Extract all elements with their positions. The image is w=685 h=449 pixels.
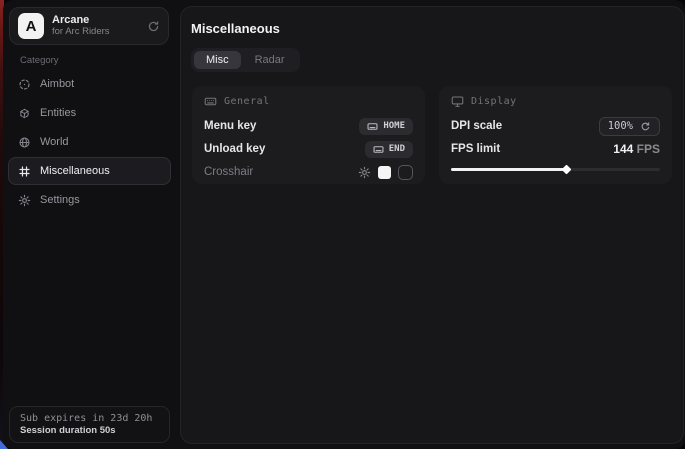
sub-expiry-text: Sub expires in 23d 20h (20, 413, 159, 424)
crosshair-color-swatch[interactable] (378, 166, 391, 179)
monitor-icon (451, 95, 464, 108)
sidebar-item-label: Miscellaneous (40, 165, 110, 177)
tab-misc[interactable]: Misc (194, 51, 241, 69)
app-name: Arcane (52, 14, 139, 27)
dpi-scale-value: 100% (608, 120, 633, 132)
menu-key-label: Menu key (204, 120, 256, 132)
sidebar-item-miscellaneous[interactable]: Miscellaneous (8, 157, 171, 185)
fps-limit-row: FPS limit 144 FPS (451, 139, 660, 159)
dpi-scale-control[interactable]: 100% (599, 117, 660, 136)
display-card: Display DPI scale 100% (439, 86, 672, 184)
globe-icon (18, 136, 31, 149)
sidebar-item-entities[interactable]: Entities (8, 99, 171, 127)
crosshair-checkbox[interactable] (398, 165, 413, 180)
session-duration-text: Session duration 50s (20, 425, 159, 436)
sidebar-item-label: World (40, 136, 69, 148)
card-title: Display (471, 96, 517, 107)
unload-key-value: END (389, 144, 405, 154)
cards-row: General Menu key HOME (191, 86, 673, 184)
crosshair-icon (18, 78, 31, 91)
app-window: A Arcane for Arc Riders Category (0, 0, 685, 449)
page-title: Miscellaneous (191, 21, 673, 36)
unload-key-row: Unload key END (204, 139, 413, 159)
sidebar-item-aimbot[interactable]: Aimbot (8, 70, 171, 98)
entities-icon (18, 107, 31, 120)
subscription-info: Sub expires in 23d 20h Session duration … (9, 406, 170, 443)
reload-icon[interactable] (640, 121, 651, 132)
keyboard-icon (367, 121, 378, 132)
app-subtitle: for Arc Riders (52, 27, 139, 38)
menu-key-value: HOME (383, 121, 405, 131)
menu-key-row: Menu key HOME (204, 116, 413, 136)
fps-limit-slider[interactable] (451, 165, 660, 174)
fps-limit-label: FPS limit (451, 143, 500, 155)
crosshair-label: Crosshair (204, 166, 253, 178)
app-logo: A (18, 13, 44, 39)
sidebar-item-world[interactable]: World (8, 128, 171, 156)
dpi-scale-label: DPI scale (451, 120, 502, 132)
unload-key-label: Unload key (204, 143, 265, 155)
category-label: Category (20, 55, 59, 66)
general-card: General Menu key HOME (192, 86, 425, 184)
slider-thumb[interactable] (561, 164, 571, 174)
sidebar-item-label: Settings (40, 194, 80, 206)
tab-bar: Misc Radar (191, 48, 300, 72)
fps-limit-value: 144 (613, 142, 633, 156)
keyboard-icon (373, 144, 384, 155)
cheat-menu-window: A Arcane for Arc Riders Category (3, 0, 685, 449)
card-title: General (224, 96, 270, 107)
main-panel: Miscellaneous Misc Radar General (180, 6, 684, 444)
sidebar-nav: Aimbot Entities Wo (8, 70, 171, 214)
sidebar-item-label: Aimbot (40, 78, 74, 90)
crosshair-settings-gear-icon[interactable] (358, 166, 371, 179)
sidebar-item-settings[interactable]: Settings (8, 186, 171, 214)
crosshair-row: Crosshair (204, 162, 413, 182)
refresh-icon[interactable] (147, 20, 160, 33)
keyboard-icon (204, 95, 217, 108)
sidebar: A Arcane for Arc Riders Category (3, 0, 176, 449)
misc-grid-icon (18, 165, 31, 178)
profile-card: A Arcane for Arc Riders (9, 7, 169, 45)
fps-limit-unit: FPS (637, 142, 660, 156)
unload-key-button[interactable]: END (365, 141, 413, 158)
dpi-scale-row: DPI scale 100% (451, 116, 660, 136)
menu-key-button[interactable]: HOME (359, 118, 413, 135)
sidebar-item-label: Entities (40, 107, 76, 119)
gear-icon (18, 194, 31, 207)
slider-fill (451, 168, 566, 171)
tab-radar[interactable]: Radar (243, 51, 297, 69)
